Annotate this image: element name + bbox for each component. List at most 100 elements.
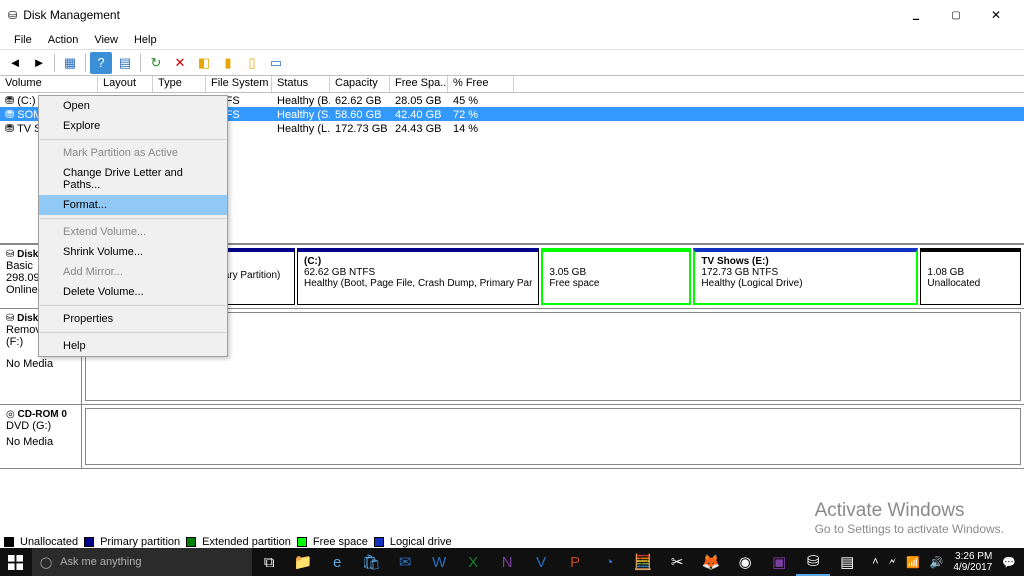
tray-battery-icon[interactable]: 🗲 (889, 556, 896, 569)
ctx-help[interactable]: Help (39, 336, 227, 356)
ctx-extend: Extend Volume... (39, 222, 227, 242)
forward-icon[interactable]: ► (28, 52, 50, 74)
props-icon[interactable]: ▭ (265, 52, 287, 74)
part-c-size: 62.62 GB NTFS (304, 267, 532, 278)
app-snip-icon[interactable]: ✂ (660, 548, 694, 576)
app-visio-icon[interactable]: V (524, 548, 558, 576)
cd-empty[interactable] (85, 408, 1021, 465)
activate-title: Activate Windows (815, 500, 1004, 522)
delete-icon[interactable]: ✕ (169, 52, 191, 74)
col-status[interactable]: Status (272, 76, 330, 92)
back-icon[interactable]: ◄ (4, 52, 26, 74)
cdrom-block: ◎ CD-ROM 0 DVD (G:) No Media (0, 405, 1024, 469)
warning-icon[interactable]: ◧ (193, 52, 215, 74)
search-placeholder: Ask me anything (60, 556, 141, 568)
taskview-icon[interactable]: ⧉ (252, 548, 286, 576)
menu-help[interactable]: Help (126, 32, 165, 48)
col-volume[interactable]: Volume (0, 76, 98, 92)
col-capacity[interactable]: Capacity (330, 76, 390, 92)
tray-notify-icon[interactable]: 💬 (1002, 556, 1016, 569)
cd-name: CD-ROM 0 (18, 409, 67, 420)
col-free[interactable]: Free Spa... (390, 76, 448, 92)
view-icon[interactable]: ▤ (114, 52, 136, 74)
start-button[interactable] (0, 548, 32, 576)
clock-date: 4/9/2017 (953, 562, 992, 573)
disk1-media: No Media (6, 358, 75, 370)
action2-icon[interactable]: ▯ (241, 52, 263, 74)
part-free-size: 3.05 GB (549, 267, 683, 278)
part-c-title: (C:) (304, 256, 532, 267)
ctx-open[interactable]: Open (39, 96, 227, 116)
col-pct[interactable]: % Free (448, 76, 514, 92)
app-explorer-icon[interactable]: 📁 (286, 548, 320, 576)
action-icon[interactable]: ▮ (217, 52, 239, 74)
app-diskmgmt-icon[interactable]: ⛁ (796, 548, 830, 576)
partition-free[interactable]: 3.05 GB Free space (541, 248, 691, 305)
context-menu: Open Explore Mark Partition as Active Ch… (38, 95, 228, 357)
help-icon[interactable]: ? (90, 52, 112, 74)
partition-c[interactable]: (C:) 62.62 GB NTFS Healthy (Boot, Page F… (297, 248, 539, 305)
part-c-status: Healthy (Boot, Page File, Crash Dump, Pr… (304, 278, 532, 289)
app-store-icon[interactable]: 🛍 (354, 548, 388, 576)
legend-free: Free space (313, 536, 368, 548)
ctx-props[interactable]: Properties (39, 309, 227, 329)
ctx-delete[interactable]: Delete Volume... (39, 282, 227, 302)
ctx-change[interactable]: Change Drive Letter and Paths... (39, 163, 227, 195)
legend-primary: Primary partition (100, 536, 180, 548)
menu-view[interactable]: View (86, 32, 126, 48)
col-layout[interactable]: Layout (98, 76, 153, 92)
activate-watermark: Activate Windows Go to Settings to activ… (815, 500, 1004, 536)
clock[interactable]: 3:26 PM 4/9/2017 (953, 551, 992, 573)
app-chrome-icon[interactable]: ◉ (728, 548, 762, 576)
app-skype-icon[interactable]: ◔ (592, 548, 626, 576)
app-ppt-icon[interactable]: P (558, 548, 592, 576)
window-title: Disk Management (23, 8, 896, 22)
part-un-status: Unallocated (927, 278, 1014, 289)
grid-icon[interactable]: ▦ (59, 52, 81, 74)
app-onenote-icon[interactable]: N (490, 548, 524, 576)
close-button[interactable] (976, 3, 1016, 27)
part-free-status: Free space (549, 278, 683, 289)
legend-logical: Logical drive (390, 536, 452, 548)
ctx-explore[interactable]: Explore (39, 116, 227, 136)
taskbar: ◯ Ask me anything ⧉ 📁 e 🛍 ✉ W X N V P ◔ … (0, 548, 1024, 576)
partition-unallocated[interactable]: 1.08 GB Unallocated (920, 248, 1021, 305)
menu-action[interactable]: Action (40, 32, 87, 48)
part-e-title: TV Shows (E:) (701, 256, 910, 267)
ctx-shrink[interactable]: Shrink Volume... (39, 242, 227, 262)
col-type[interactable]: Type (153, 76, 206, 92)
partition-e[interactable]: TV Shows (E:) 172.73 GB NTFS Healthy (Lo… (693, 248, 918, 305)
ctx-mirror: Add Mirror... (39, 262, 227, 282)
tray-wifi-icon[interactable]: 📶 (906, 556, 920, 569)
app-word-icon[interactable]: W (422, 548, 456, 576)
minimize-button[interactable] (896, 3, 936, 27)
col-fs[interactable]: File System (206, 76, 272, 92)
refresh-icon[interactable]: ↻ (145, 52, 167, 74)
maximize-button[interactable] (936, 3, 976, 27)
tray-up-icon[interactable]: ˄ (872, 556, 878, 568)
menubar: File Action View Help (0, 30, 1024, 50)
part-un-size: 1.08 GB (927, 267, 1014, 278)
ctx-format[interactable]: Format... (39, 195, 227, 215)
app-excel-icon[interactable]: X (456, 548, 490, 576)
cortana-icon: ◯ (40, 556, 52, 569)
cd-type: DVD (G:) (6, 420, 75, 432)
app-calc-icon[interactable]: 🧮 (626, 548, 660, 576)
app-icon: ⛁ (8, 9, 17, 22)
search-box[interactable]: ◯ Ask me anything (32, 548, 252, 576)
app-generic2-icon[interactable]: ▤ (830, 548, 864, 576)
toolbar: ◄ ► ▦ ? ▤ ↻ ✕ ◧ ▮ ▯ ▭ (0, 50, 1024, 76)
app-firefox-icon[interactable]: 🦊 (694, 548, 728, 576)
legend: Unallocated Primary partition Extended p… (4, 536, 452, 548)
part-e-status: Healthy (Logical Drive) (701, 278, 910, 289)
clock-time: 3:26 PM (953, 551, 992, 562)
ctx-mark: Mark Partition as Active (39, 143, 227, 163)
taskbar-items: ⧉ 📁 e 🛍 ✉ W X N V P ◔ 🧮 ✂ 🦊 ◉ ▣ ⛁ ▤ (252, 548, 864, 576)
tray-volume-icon[interactable]: 🔊 (930, 556, 944, 569)
app-outlook-icon[interactable]: ✉ (388, 548, 422, 576)
app-edge-icon[interactable]: e (320, 548, 354, 576)
app-generic-icon[interactable]: ▣ (762, 548, 796, 576)
legend-extended: Extended partition (202, 536, 291, 548)
menu-file[interactable]: File (6, 32, 40, 48)
part-e-size: 172.73 GB NTFS (701, 267, 910, 278)
